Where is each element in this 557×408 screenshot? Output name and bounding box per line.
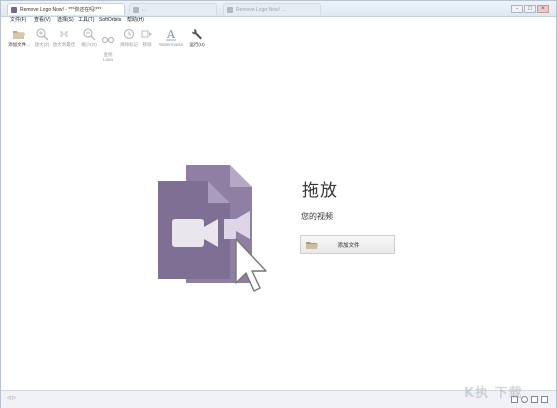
tab-inactive-2[interactable]: Remove Logo Now! ... xyxy=(223,3,321,15)
text-a-icon: A xyxy=(166,28,176,41)
menu-select[interactable]: 选择(S) xyxy=(57,16,74,25)
tab-favicon-icon xyxy=(227,7,233,13)
zoom-in-tool-label: 放大(Z) xyxy=(34,42,50,47)
fullscreen-icon[interactable] xyxy=(531,396,538,403)
zoom-in-icon xyxy=(36,28,49,41)
minimize-button[interactable]: - xyxy=(511,5,523,13)
add-file-tool-button[interactable]: 添加文件... xyxy=(7,27,31,47)
remove-tool-label: 移除 xyxy=(142,42,152,47)
maximize-glyph: □ xyxy=(528,6,532,12)
close-glyph: × xyxy=(541,6,545,12)
minimize-glyph: - xyxy=(516,6,518,12)
maximize-button[interactable]: □ xyxy=(524,5,536,13)
drop-title: 拖放 xyxy=(302,181,338,201)
status-nav[interactable]: ◁ ▷ xyxy=(7,395,16,401)
tab-inactive-2-label: Remove Logo Now! ... xyxy=(236,7,286,13)
forward-icon xyxy=(141,30,152,38)
menu-bar: 文件(F) 查看(V) 选择(S) 工具(T) SoftOrbits 帮助(H) xyxy=(1,16,556,25)
tab-active-label: Remove Logo Now! - ***你还在吗!*** xyxy=(20,7,102,13)
zoom-in-tool-button[interactable]: 放大(Z) xyxy=(30,27,54,47)
add-file-button-label: 添加文件 xyxy=(337,243,360,249)
add-file-button[interactable]: 添加文件 xyxy=(300,235,395,254)
menu-file[interactable]: 文件(F) xyxy=(10,16,26,25)
menu-view[interactable]: 查看(V) xyxy=(34,16,51,25)
zoom-fit-icon xyxy=(60,31,68,37)
title-bar: Remove Logo Now! - ***你还在吗!*** ... Remov… xyxy=(1,1,556,17)
app-window: Remove Logo Now! - ***你还在吗!*** ... Remov… xyxy=(0,0,557,408)
close-button[interactable]: × xyxy=(537,5,549,13)
zoom-out-icon xyxy=(83,28,96,41)
clock-clear-icon xyxy=(123,28,135,40)
site-watermark: K执 下载 xyxy=(464,386,523,401)
tab-inactive-1-label: ... xyxy=(142,7,147,13)
svg-text:A: A xyxy=(166,28,176,41)
drop-zone[interactable] xyxy=(1,61,556,390)
run-tool-button[interactable]: 运行(U) xyxy=(185,27,209,47)
menu-help[interactable]: 帮助(H) xyxy=(127,16,144,25)
watermarks-tool-label: Watermarks xyxy=(158,42,184,47)
settings-icon[interactable] xyxy=(541,396,548,403)
watermarks-tool-button[interactable]: A Watermarks xyxy=(157,27,185,47)
tab-active[interactable]: Remove Logo Now! - ***你还在吗!*** xyxy=(7,3,125,15)
remove-tool-button[interactable]: 移除 xyxy=(135,27,159,47)
tab-inactive-1[interactable]: ... xyxy=(129,3,217,15)
zoom-fit-tool-button[interactable]: 放大到最佳 xyxy=(52,27,76,47)
menu-softorbits[interactable]: SoftOrbits xyxy=(99,16,121,25)
run-tool-label: 运行(U) xyxy=(189,42,205,47)
toolbar: 添加文件... 放大(Z) 放大到最佳 缩小(O) 查找 Logo 清除标记 移… xyxy=(1,25,556,83)
app-favicon-icon xyxy=(11,7,17,13)
drop-subtitle: 您的视频 xyxy=(301,212,333,221)
wrench-icon xyxy=(192,29,202,40)
zoom-fit-tool-label: 放大到最佳 xyxy=(52,42,76,47)
add-file-tool-label: 添加文件... xyxy=(8,42,30,47)
folder-open-icon xyxy=(13,31,25,39)
video-files-illustration-icon xyxy=(158,165,267,292)
binoculars-icon xyxy=(101,36,115,44)
menu-tools[interactable]: 工具(T) xyxy=(78,16,94,25)
tab-favicon-icon xyxy=(133,7,139,13)
